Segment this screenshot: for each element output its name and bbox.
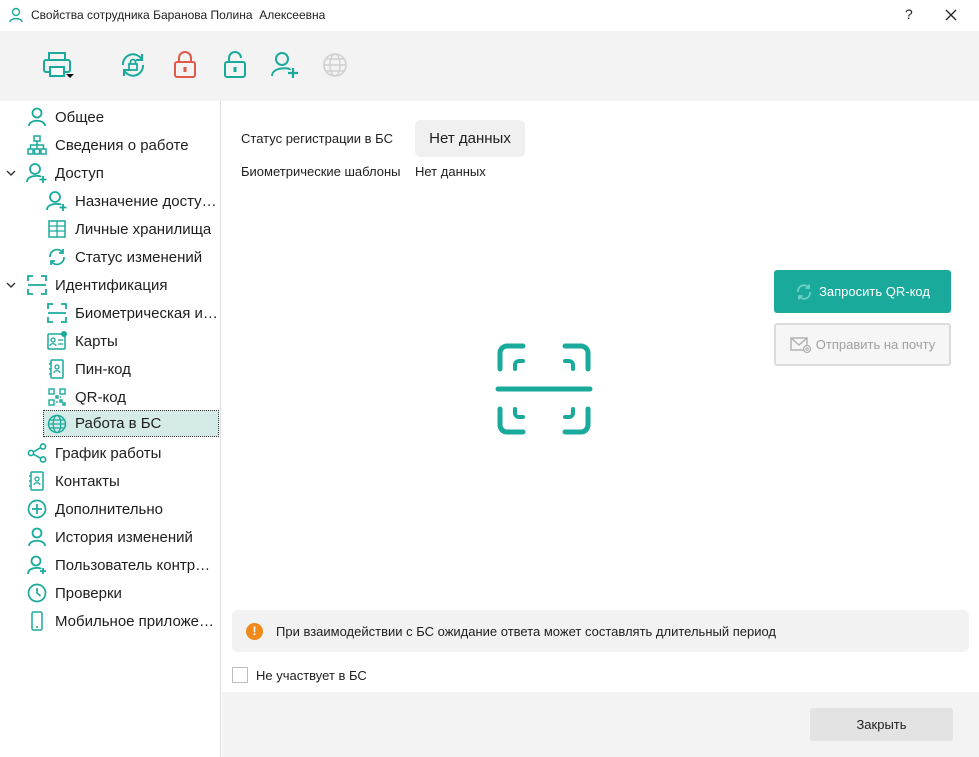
user-assign-icon (46, 190, 68, 212)
biometric-templates-label: Биометрические шаблоны (241, 164, 401, 179)
qr-icon (46, 386, 68, 408)
mobile-icon (26, 610, 48, 632)
not-participating-row[interactable]: Не участвует в БС (232, 667, 367, 683)
registration-status-label: Статус регистрации в БС (241, 131, 393, 146)
sidebar-item-biometric[interactable]: Биометрическая идентификация (46, 301, 218, 325)
warning-icon: ! (246, 622, 263, 640)
sidebar-item-checks[interactable]: Проверки (26, 581, 218, 605)
not-participating-label: Не участвует в БС (256, 667, 367, 683)
help-button[interactable]: ? (905, 6, 913, 22)
contacts-icon (26, 470, 48, 492)
org-chart-icon (26, 134, 48, 156)
toolbar (0, 31, 979, 101)
sidebar-item-mobile-app[interactable]: Мобильное приложение (26, 609, 218, 633)
add-user-icon[interactable] (270, 50, 300, 80)
globe-icon (323, 53, 347, 77)
sidebar-item-pin[interactable]: Пин-код (46, 357, 218, 381)
sidebar-item-work-in-bs[interactable]: Работа в БС (43, 410, 219, 437)
biometric-templates-value: Нет данных (415, 164, 486, 179)
send-email-button[interactable]: Отправить на почту (774, 323, 951, 366)
mail-icon (790, 336, 811, 353)
not-participating-checkbox[interactable] (232, 667, 248, 683)
scan-frame-icon (26, 274, 48, 296)
refresh-icon (46, 246, 68, 268)
sidebar-item-identification[interactable]: Идентификация (26, 273, 218, 297)
sidebar-item-history[interactable]: История изменений (26, 525, 218, 549)
sync-lock-icon[interactable] (118, 50, 148, 80)
user-access-icon (26, 162, 48, 184)
notice-text: При взаимодействии с БС ожидание ответа … (276, 623, 777, 639)
clock-icon (26, 582, 48, 604)
scan-frame-icon (495, 343, 593, 435)
sidebar-item-qr[interactable]: QR-код (46, 385, 218, 409)
title-bar: Свойства сотрудника Баранова Полина Алек… (0, 0, 979, 31)
card-icon (46, 330, 68, 352)
close-icon[interactable] (942, 6, 960, 24)
globe-icon (46, 413, 68, 435)
sidebar-item-general[interactable]: Общее (26, 105, 218, 129)
share-icon (26, 442, 48, 464)
sidebar-item-contacts[interactable]: Контакты (26, 469, 218, 493)
sidebar-item-additional[interactable]: Дополнительно (26, 497, 218, 521)
sidebar-item-access[interactable]: Доступ (26, 161, 218, 185)
registration-status-value: Нет данных (415, 120, 525, 157)
window-title: Свойства сотрудника Баранова Полина Алек… (31, 8, 326, 22)
scan-frame-icon (46, 302, 68, 324)
sidebar: Общее Сведения о работе Доступ Назначени… (0, 101, 221, 757)
user-icon (26, 526, 48, 548)
lock-closed-icon[interactable] (170, 50, 200, 80)
refresh-icon (797, 283, 811, 300)
chevron-down-icon[interactable] (5, 279, 17, 291)
main-panel: Статус регистрации в БС Нет данных Биоме… (222, 101, 979, 692)
lock-open-icon[interactable] (220, 50, 250, 80)
close-button[interactable]: Закрыть (810, 708, 953, 741)
sidebar-item-controller-user[interactable]: Пользователь контроллера (26, 553, 218, 577)
sidebar-item-change-status[interactable]: Статус изменений (46, 245, 218, 269)
storage-icon (46, 218, 68, 240)
request-qr-button[interactable]: Запросить QR-код (774, 270, 951, 313)
dialog-footer: Закрыть (222, 692, 979, 757)
sidebar-item-schedule[interactable]: График работы (26, 441, 218, 465)
user-icon (26, 106, 48, 128)
printer-icon[interactable] (42, 50, 76, 80)
sidebar-item-work-info[interactable]: Сведения о работе (26, 133, 218, 157)
user-controller-icon (26, 554, 48, 576)
sidebar-item-personal-storage[interactable]: Личные хранилища (46, 217, 218, 241)
sidebar-item-access-assignment[interactable]: Назначение доступа (46, 189, 218, 213)
user-icon (9, 7, 23, 23)
info-notice: ! При взаимодействии с БС ожидание ответ… (232, 610, 969, 652)
plus-circle-icon (26, 498, 48, 520)
pin-icon (46, 358, 68, 380)
chevron-down-icon[interactable] (5, 167, 17, 179)
sidebar-item-cards[interactable]: Карты (46, 329, 218, 353)
